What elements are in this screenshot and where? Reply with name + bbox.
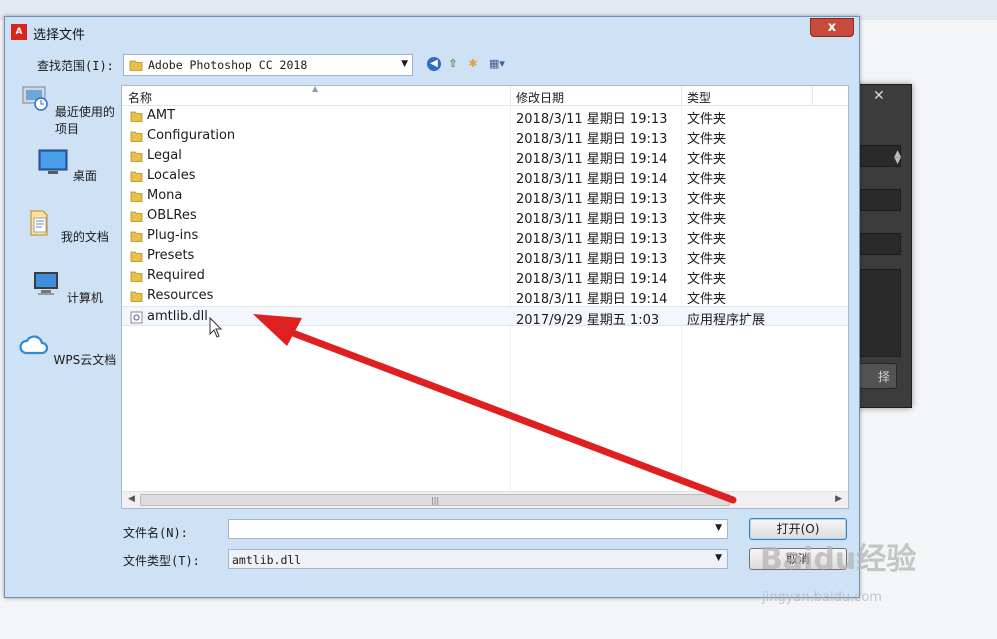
watermark-text: Baidu经验 [760,542,917,577]
watermark-url: jingyan.baidu.com [762,590,882,605]
watermark: Baidu经验 jingyan.baidu.com [760,534,917,605]
